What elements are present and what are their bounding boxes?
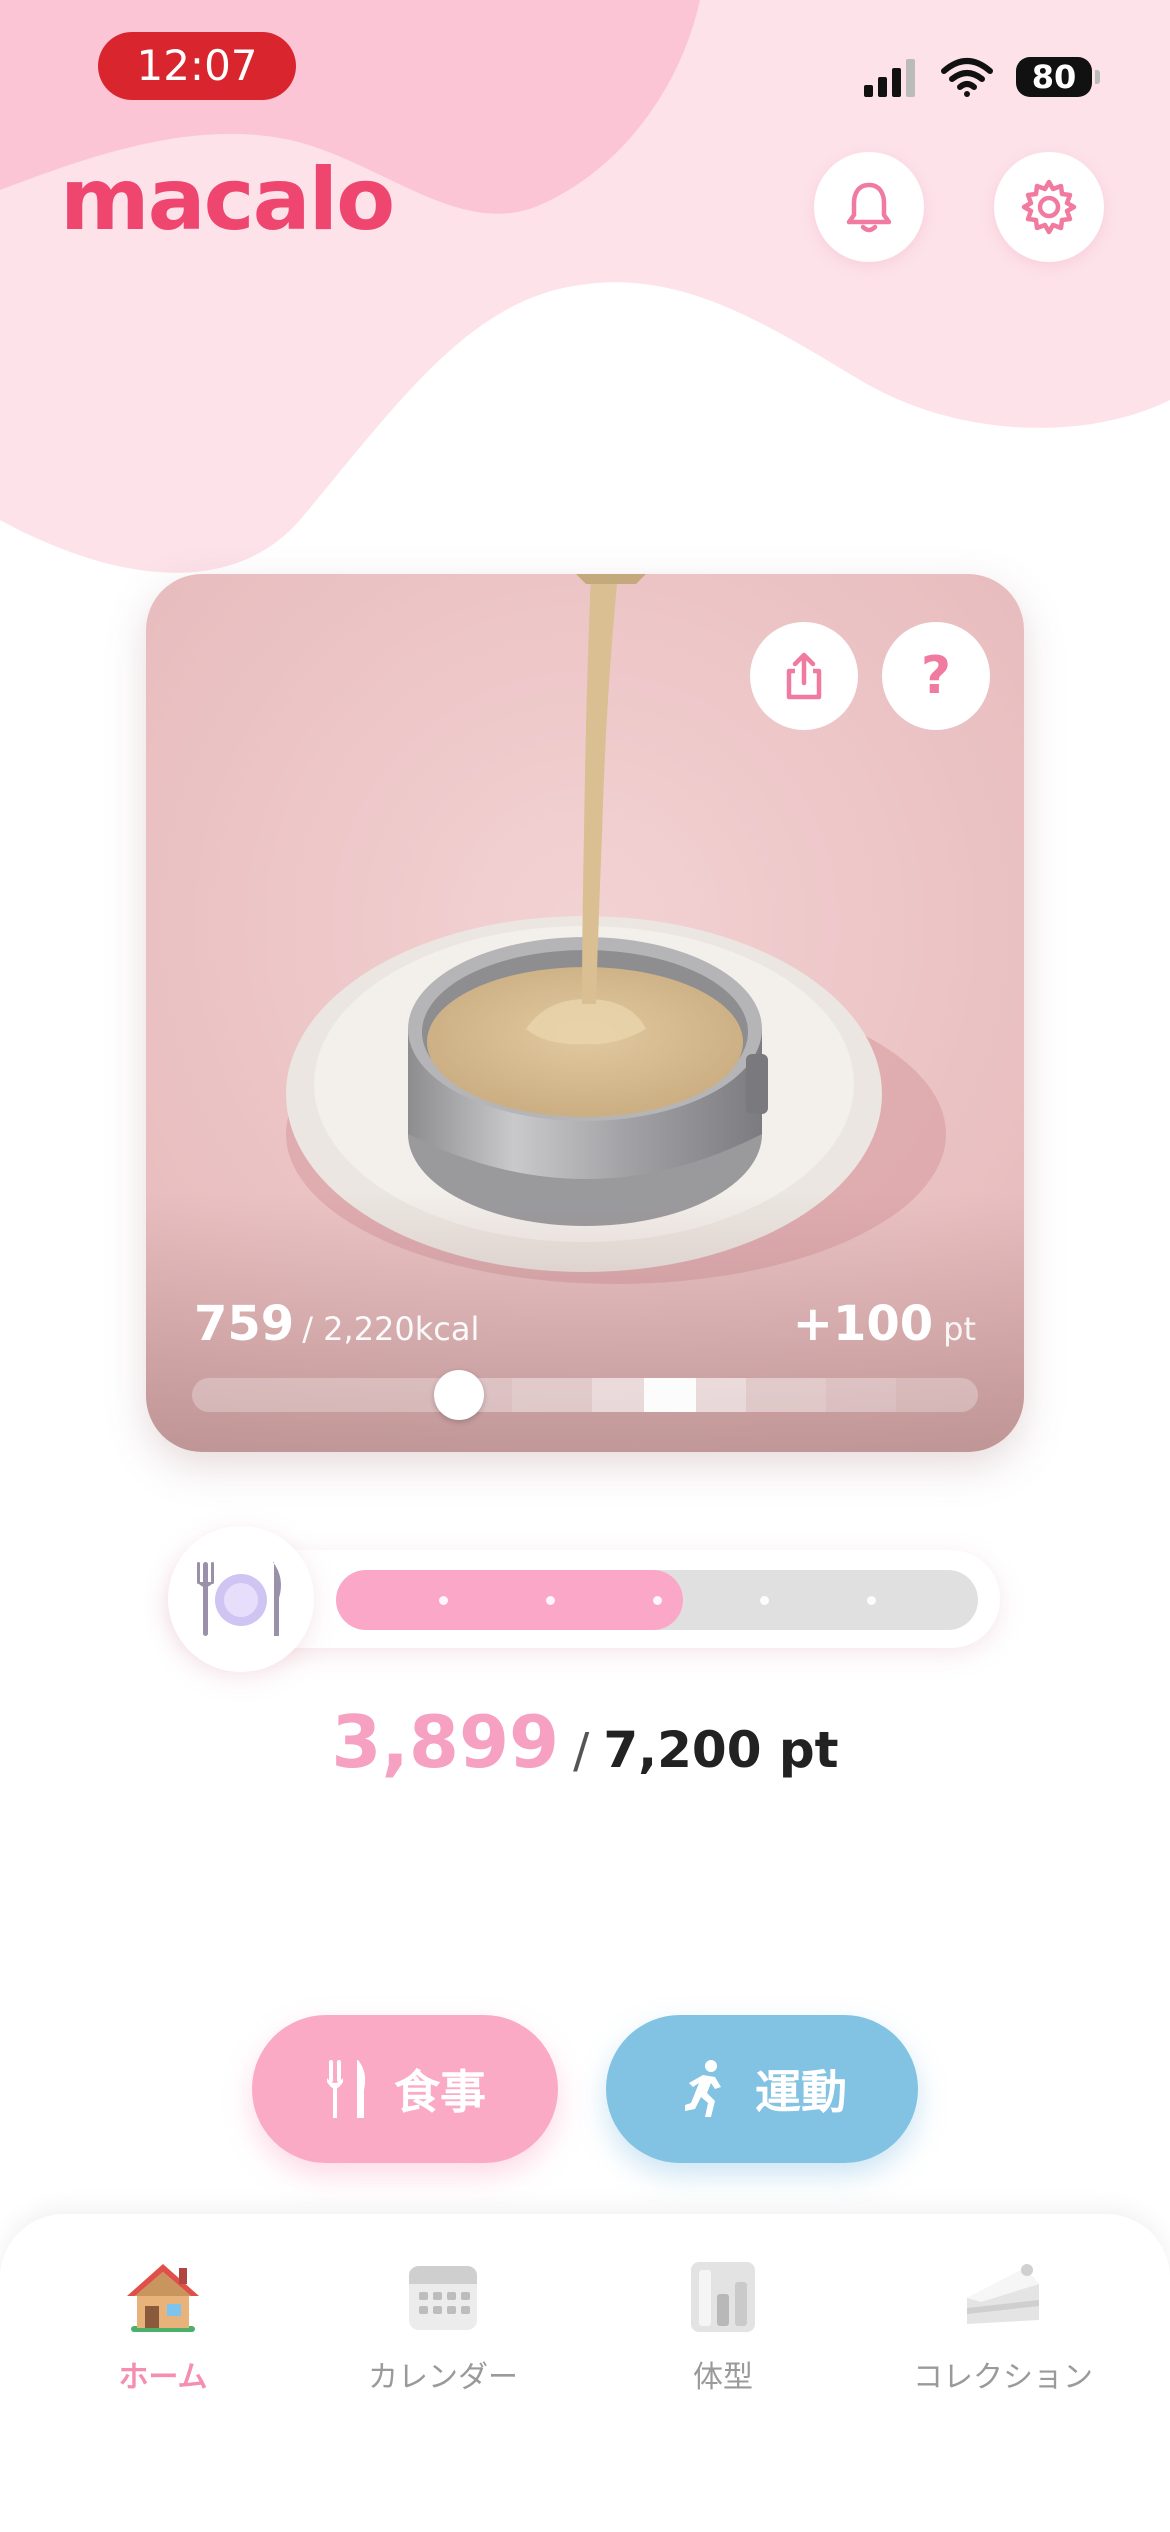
plate-utensils-icon <box>197 1562 281 1636</box>
points-progress-fill <box>336 1570 683 1630</box>
plate-badge <box>168 1526 314 1672</box>
points-goal: 7,200 pt <box>603 1721 839 1779</box>
points-gain-value: +100 <box>792 1296 934 1352</box>
battery-indicator: 80 <box>1016 57 1100 97</box>
nav-label-body: 体型 <box>693 2360 753 2395</box>
points-progress-bar <box>336 1570 978 1630</box>
bottom-navigation: ホーム カレンダー 体型 コレクション <box>0 2214 1170 2532</box>
nav-item-home[interactable]: ホーム <box>33 2254 293 2396</box>
nav-item-collection[interactable]: コレクション <box>873 2254 1133 2396</box>
calendar-icon <box>409 2266 477 2330</box>
notifications-button[interactable] <box>814 152 924 262</box>
question-mark-icon: ? <box>920 646 952 706</box>
exercise-log-button[interactable]: 運動 <box>606 2015 918 2163</box>
nav-item-body[interactable]: 体型 <box>593 2254 853 2396</box>
share-icon <box>786 652 822 700</box>
gear-icon <box>1021 179 1077 235</box>
exercise-button-label: 運動 <box>755 2065 847 2119</box>
status-time: 12:07 <box>98 32 296 100</box>
status-icons: 80 <box>862 52 1100 102</box>
calories-consumed: 759 <box>194 1296 295 1352</box>
points-total: 3,899/7,200 pt <box>0 1700 1170 1784</box>
help-button[interactable]: ? <box>882 622 990 730</box>
nav-item-calendar[interactable]: カレンダー <box>313 2254 573 2396</box>
body-chart-icon <box>691 2262 755 2332</box>
nav-label-home: ホーム <box>118 2360 208 2395</box>
calorie-slider-thumb[interactable] <box>434 1370 485 1420</box>
wifi-icon <box>941 58 993 97</box>
points-earned: +100 pt <box>793 1296 976 1352</box>
cake-slice-icon <box>967 2264 1039 2324</box>
app-logo: macalo <box>60 150 395 250</box>
calorie-slider-track[interactable] <box>192 1378 978 1412</box>
points-current: 3,899 <box>331 1700 560 1784</box>
points-gain-unit: pt <box>943 1310 976 1348</box>
calorie-readout: 759/ 2,220kcal <box>194 1296 479 1352</box>
meal-log-button[interactable]: 食事 <box>252 2015 558 2163</box>
points-separator: / <box>573 1723 590 1779</box>
running-person-icon <box>685 2060 721 2117</box>
meal-button-label: 食事 <box>394 2065 486 2119</box>
bell-icon <box>846 182 892 233</box>
share-button[interactable] <box>750 622 858 730</box>
calorie-goal: / 2,220kcal <box>302 1310 480 1348</box>
house-icon <box>127 2264 199 2332</box>
nav-label-calendar: カレンダー <box>368 2360 518 2395</box>
settings-button[interactable] <box>994 152 1104 262</box>
cellular-signal-icon <box>864 59 915 97</box>
meal-card[interactable]: ? 759/ 2,220kcal +100 pt <box>146 574 1024 1452</box>
fork-knife-icon <box>327 2060 366 2118</box>
nav-label-collection: コレクション <box>913 2360 1093 2395</box>
